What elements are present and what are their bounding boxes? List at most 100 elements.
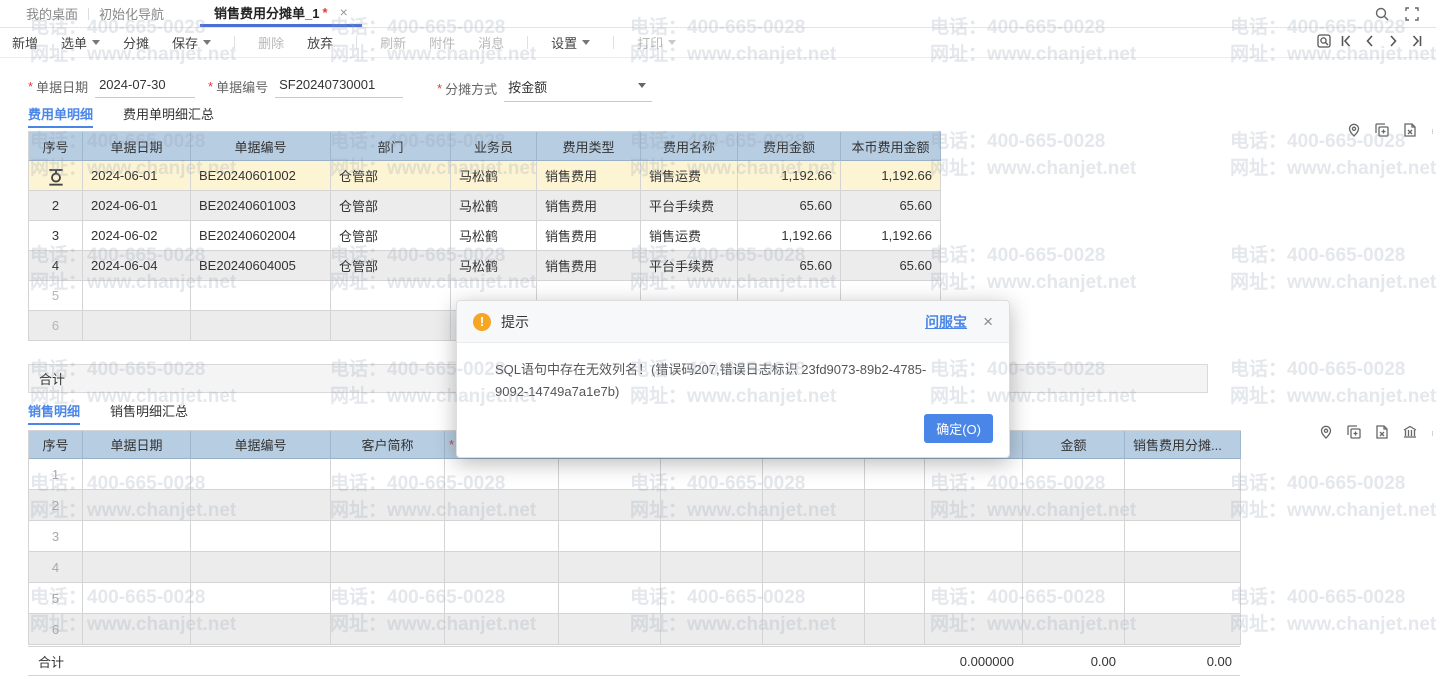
table-row[interactable]: 2: [29, 490, 1241, 521]
cell: 65.60: [738, 251, 841, 281]
document-form: *单据日期2024-07-30*单据编号SF20240730001*分摊方式按金…: [0, 72, 1436, 104]
more-icon[interactable]: [1430, 424, 1435, 440]
cell: [83, 281, 191, 311]
cell: BE20240602004: [191, 221, 331, 251]
location-pin-icon[interactable]: [1318, 424, 1334, 440]
row-number-cell: 6: [29, 311, 83, 341]
window-tab-init-navigation[interactable]: 初始化导航: [89, 0, 174, 27]
cell: [83, 583, 191, 614]
prev-page-icon[interactable]: [1362, 33, 1378, 49]
watermark-text: 电话：400-665-0028网址：www.chanjet.net: [1230, 470, 1436, 524]
ok-button[interactable]: 确定(O): [924, 414, 993, 443]
row-number-cell: 2: [29, 490, 83, 521]
table-row[interactable]: 42024-06-04BE20240604005仓管部马松鹤销售费用平台手续费6…: [29, 251, 941, 281]
more-icon[interactable]: [1430, 122, 1435, 138]
table-row[interactable]: 5: [29, 583, 1241, 614]
chevron-down-icon: [638, 83, 646, 88]
column-header-label: 单据日期: [110, 435, 162, 454]
location-pin-icon[interactable]: [1346, 122, 1362, 138]
tab-sales-detail-summary[interactable]: 销售明细汇总: [110, 398, 188, 425]
cell: [925, 490, 1023, 521]
first-page-icon[interactable]: [1339, 33, 1355, 49]
cell: [83, 490, 191, 521]
table-row[interactable]: 4: [29, 552, 1241, 583]
cell: [445, 583, 559, 614]
cell: [661, 490, 763, 521]
help-link[interactable]: 问服宝: [925, 312, 967, 332]
cell: 65.60: [738, 191, 841, 221]
doc-date-input[interactable]: 2024-07-30: [95, 74, 195, 98]
column-header: 本币费用金额: [841, 132, 941, 161]
cell: [331, 583, 445, 614]
allocation-method-input[interactable]: 按金额: [504, 74, 652, 102]
doc-export-icon[interactable]: [1402, 122, 1418, 138]
sales-section-icons: [1318, 424, 1435, 440]
doc-number-input[interactable]: SF20240730001: [275, 74, 403, 98]
cell: 1,192.66: [841, 221, 941, 251]
cell: 销售费用: [537, 221, 641, 251]
next-page-icon[interactable]: [1385, 33, 1401, 49]
toolbar-separator: [356, 36, 357, 49]
current-row-icon: [48, 168, 64, 184]
column-header: 部门: [331, 132, 451, 161]
cell: BE20240601003: [191, 191, 331, 221]
cell: [1023, 583, 1125, 614]
cell: [191, 614, 331, 645]
search-icon[interactable]: [1374, 6, 1390, 22]
tab-expense-detail[interactable]: 费用单明细: [28, 101, 93, 128]
row-number: 2: [52, 498, 59, 513]
cell: [445, 552, 559, 583]
cell: 销售费用: [537, 191, 641, 221]
watermark-phone: 电话：400-665-0028: [1230, 356, 1436, 383]
column-header: 费用类型: [537, 132, 641, 161]
toolbar-button-label: 消息: [478, 33, 504, 52]
cell: [1125, 521, 1241, 552]
column-header-label: 销售费用分摊...: [1133, 435, 1222, 454]
row-number: 2: [52, 198, 59, 213]
bank-icon[interactable]: [1402, 424, 1418, 440]
last-page-icon[interactable]: [1408, 33, 1424, 49]
copy-layers-icon[interactable]: [1374, 122, 1390, 138]
table-row[interactable]: 3: [29, 521, 1241, 552]
cell: [83, 459, 191, 490]
toolbar-button-label: 分摊: [123, 33, 149, 52]
toolbar-button-select-doc[interactable]: 选单: [61, 33, 100, 52]
toolbar-button-label: 选单: [61, 33, 87, 52]
toolbar-button-save[interactable]: 保存: [172, 33, 211, 52]
close-icon[interactable]: ×: [983, 313, 993, 330]
watermark-url: 网址：www.chanjet.net: [1230, 497, 1436, 524]
table-row[interactable]: 22024-06-01BE20240601003仓管部马松鹤销售费用平台手续费6…: [29, 191, 941, 221]
toolbar-button-label: 保存: [172, 33, 198, 52]
table-row[interactable]: 2024-06-01BE20240601002仓管部马松鹤销售费用销售运费1,1…: [29, 161, 941, 191]
copy-layers-icon[interactable]: [1346, 424, 1362, 440]
doc-search-icon[interactable]: [1316, 33, 1332, 49]
toolbar-button-new[interactable]: 新增: [12, 33, 38, 52]
column-header: 序号: [29, 132, 83, 161]
header-icons: [1374, 6, 1436, 22]
window-tab-sales-expense-allocation[interactable]: 销售费用分摊单_1*×: [200, 0, 362, 27]
tab-sales-detail[interactable]: 销售明细: [28, 398, 80, 425]
cell: [83, 521, 191, 552]
tab-close-icon[interactable]: ×: [340, 4, 348, 20]
cell: 马松鹤: [451, 251, 537, 281]
cell: 仓管部: [331, 161, 451, 191]
cell: 平台手续费: [641, 191, 738, 221]
tab-expense-detail-summary[interactable]: 费用单明细汇总: [123, 101, 214, 128]
fullscreen-icon[interactable]: [1404, 6, 1420, 22]
row-number-cell: 4: [29, 552, 83, 583]
column-header: 金额: [1023, 431, 1125, 459]
table-row[interactable]: 32024-06-02BE20240602004仓管部马松鹤销售费用销售运费1,…: [29, 221, 941, 251]
table-row[interactable]: 1: [29, 459, 1241, 490]
sales-total-value: 0.00: [1022, 647, 1124, 675]
watermark-phone: 电话：400-665-0028: [930, 242, 1136, 269]
table-row[interactable]: 6: [29, 614, 1241, 645]
watermark-text: 电话：400-665-0028网址：www.chanjet.net: [1230, 356, 1436, 410]
cell: [559, 552, 661, 583]
cell: [445, 614, 559, 645]
toolbar-button-print: 打印: [637, 33, 676, 52]
toolbar-button-discard[interactable]: 放弃: [307, 33, 333, 52]
doc-export-icon[interactable]: [1374, 424, 1390, 440]
toolbar-button-settings[interactable]: 设置: [551, 33, 590, 52]
toolbar-button-allocate[interactable]: 分摊: [123, 33, 149, 52]
window-tab-my-desktop[interactable]: 我的桌面: [16, 0, 88, 27]
